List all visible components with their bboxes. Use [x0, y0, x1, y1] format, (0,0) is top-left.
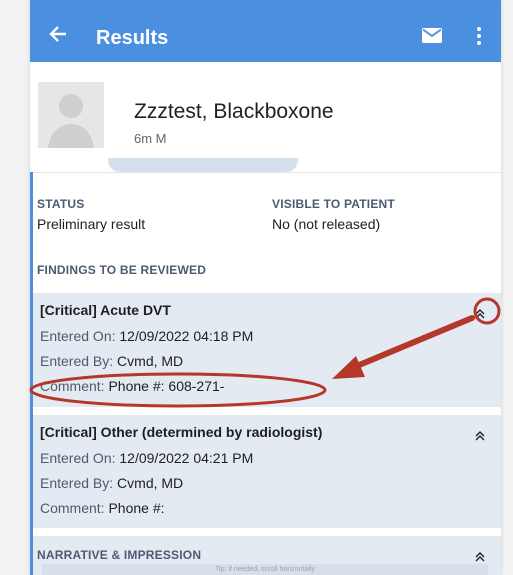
- chevron-up-icon[interactable]: [475, 428, 485, 441]
- status-value: Preliminary result: [37, 216, 146, 232]
- comment-row: Comment: Phone #: 608-271-: [40, 378, 224, 394]
- avatar: [38, 82, 104, 148]
- entered-on-row: Entered On: 12/09/2022 04:18 PM: [40, 328, 253, 344]
- visible-to-patient-value: No (not released): [272, 216, 381, 232]
- chevron-up-icon[interactable]: [475, 306, 485, 319]
- patient-name: Zzztest, Blackboxone: [134, 100, 334, 123]
- visible-to-patient-label: VISIBLE TO PATIENT: [272, 197, 395, 211]
- header-tab-indicator: [108, 158, 298, 172]
- comment-value: Phone #:: [108, 500, 165, 516]
- entered-on-row: Entered On: 12/09/2022 04:21 PM: [40, 450, 253, 466]
- arrow-back-icon[interactable]: [48, 24, 68, 48]
- finding-card[interactable]: [Critical] Other (determined by radiolog…: [33, 415, 501, 528]
- patient-age-sex: 6m M: [134, 131, 167, 146]
- findings-header: FINDINGS TO BE REVIEWED: [37, 263, 207, 277]
- comment-label: Comment:: [40, 500, 105, 516]
- comment-value: Phone #: 608-271-: [108, 378, 225, 394]
- status-label: STATUS: [37, 197, 85, 211]
- scroll-tip: Tip: if needed, scroll horizontally: [42, 564, 488, 575]
- comment-label: Comment:: [40, 378, 105, 394]
- entered-on-label: Entered On:: [40, 450, 116, 466]
- finding-title: [Critical] Acute DVT: [40, 302, 171, 318]
- entered-by-label: Entered By:: [40, 353, 114, 369]
- finding-title: [Critical] Other (determined by radiolog…: [40, 424, 323, 440]
- entered-by-value: Cvmd, MD: [117, 475, 184, 491]
- mail-icon[interactable]: [422, 28, 442, 43]
- result-content: STATUS Preliminary result VISIBLE TO PAT…: [30, 172, 501, 575]
- page-title: Results: [96, 27, 169, 49]
- entered-by-value: Cvmd, MD: [117, 353, 184, 369]
- entered-on-value: 12/09/2022 04:18 PM: [119, 328, 254, 344]
- finding-card[interactable]: [Critical] Acute DVT Entered On: 12/09/2…: [33, 293, 501, 407]
- chevron-up-icon[interactable]: [475, 549, 485, 562]
- phone-screen: Results Zzztest, Blackboxone 6m M STATUS…: [30, 0, 501, 575]
- narrative-header: NARRATIVE & IMPRESSION: [37, 548, 202, 562]
- entered-by-row: Entered By: Cvmd, MD: [40, 353, 183, 369]
- patient-header: Zzztest, Blackboxone 6m M: [30, 62, 501, 173]
- comment-row: Comment: Phone #:: [40, 500, 165, 516]
- more-vert-icon[interactable]: [476, 26, 482, 46]
- entered-by-label: Entered By:: [40, 475, 114, 491]
- entered-by-row: Entered By: Cvmd, MD: [40, 475, 183, 491]
- entered-on-label: Entered On:: [40, 328, 116, 344]
- entered-on-value: 12/09/2022 04:21 PM: [119, 450, 254, 466]
- app-bar: Results: [30, 0, 501, 62]
